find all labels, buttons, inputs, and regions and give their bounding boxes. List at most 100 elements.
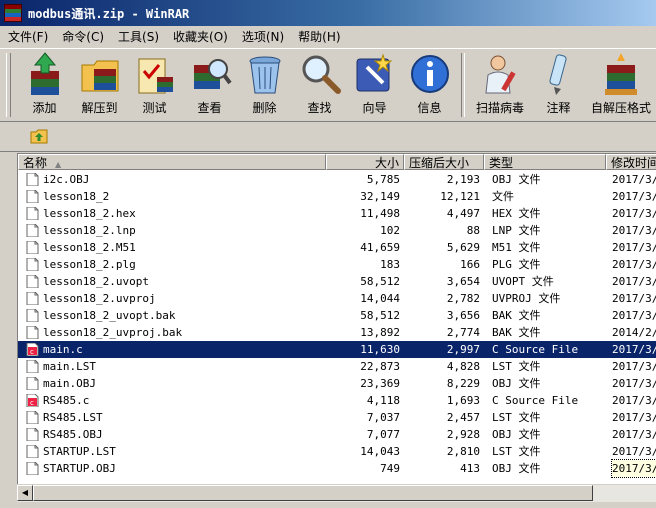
file-size: 22,873 [360,360,400,373]
file-type: UVPROJ 文件 [492,292,561,305]
comment-label: 注释 [546,101,571,115]
file-row[interactable]: lesson18_2.plg 183 166 PLG 文件 2017/3/1 [18,256,656,273]
sfx-button[interactable]: 自解压格式 [586,49,656,119]
menu-favorites[interactable]: 收藏夹(O) [165,27,234,47]
file-size: 11,498 [360,207,400,220]
file-row[interactable]: c RS485.c 4,118 1,693 C Source File 2017/3/2 [18,392,656,409]
file-name: RS485.OBJ [43,428,103,441]
menu-file[interactable]: 文件(F) [0,27,54,47]
delete-button[interactable]: 删除 [237,49,292,119]
menu-tools[interactable]: 工具(S) [110,27,165,47]
menu-bar: 文件(F) 命令(C) 工具(S) 收藏夹(O) 选项(N) 帮助(H) [0,26,656,48]
file-row[interactable]: STARTUP.LST 14,043 2,810 LST 文件 2017/3/1 [18,443,656,460]
file-row[interactable]: lesson18_2.hex 11,498 4,497 HEX 文件 2017/3/1 [18,205,656,222]
file-row[interactable]: lesson18_2.M51 41,659 5,629 M51 文件 2017/3/1 [18,239,656,256]
file-type: BAK 文件 [492,309,541,322]
column-size[interactable]: 大小 [326,154,404,170]
file-row[interactable]: c main.c 11,630 2,997 C Source File 2017/3/1 [18,341,656,358]
up-one-level-button[interactable] [28,125,50,147]
column-name[interactable]: 名称 ▲ [18,154,326,170]
file-type: HEX 文件 [492,207,541,220]
file-list[interactable]: 名称 ▲ 大小 压缩后大小 类型 修改时间 i2c.OBJ 5,785 2,193 OB… [17,153,656,484]
file-icon [26,258,39,271]
scroll-left-button[interactable]: ◀ [17,485,33,501]
toolbar-grip[interactable] [6,53,11,117]
file-size: 102 [380,224,400,237]
file-packed-size: 8,229 [446,377,480,390]
file-row[interactable]: lesson18_2 32,149 12,121 文件 2017/3/1 [18,188,656,205]
file-type: 文件 [492,190,514,203]
file-row[interactable]: lesson18_2_uvopt.bak 58,512 3,656 BAK 文件 201… [18,307,656,324]
wizard-label: 向导 [362,101,387,115]
info-icon [410,55,449,93]
file-modified: 2017/3/1 [612,173,656,186]
info-label: 信息 [417,101,442,115]
file-row[interactable]: lesson18_2.uvopt 58,512 3,654 UVOPT 文件 2017/… [18,273,656,290]
horizontal-scrollbar[interactable]: ◀ [17,484,656,502]
virus-scan-button[interactable]: 扫描病毒 [469,49,531,119]
file-row[interactable]: main.OBJ 23,369 8,229 OBJ 文件 2017/3/1 [18,375,656,392]
scroll-thumb[interactable] [33,485,593,501]
file-size: 7,077 [366,428,400,441]
file-row[interactable]: RS485.LST 7,037 2,457 LST 文件 2017/3/1 [18,409,656,426]
add-icon [30,52,59,95]
file-size: 32,149 [360,190,400,203]
menu-help[interactable]: 帮助(H) [290,27,346,47]
file-packed-size: 4,497 [446,207,480,220]
file-packed-size: 5,629 [446,241,480,254]
menu-commands[interactable]: 命令(C) [54,27,110,47]
c-source-icon: c [26,394,39,407]
file-modified: 2017/3/1 [612,258,656,271]
file-name: lesson18_2.uvproj [43,292,156,305]
file-size: 41,659 [360,241,400,254]
file-row[interactable]: main.LST 22,873 4,828 LST 文件 2017/3/1 [18,358,656,375]
add-button[interactable]: 添加 [17,49,72,119]
file-name: i2c.OBJ [43,173,90,186]
comment-button[interactable]: 注释 [531,49,586,119]
file-icon [26,190,39,203]
file-type: C Source File [492,394,579,407]
file-row[interactable]: RS485.OBJ 7,077 2,928 OBJ 文件 2017/3/1 [18,426,656,443]
file-icon [26,462,39,475]
wizard-button[interactable]: 向导 [347,49,402,119]
file-type: OBJ 文件 [492,377,541,390]
file-size: 14,044 [360,292,400,305]
file-size: 14,043 [360,445,400,458]
file-modified: 2017/3/1 [612,428,656,441]
sfx-label: 自解压格式 [590,101,651,115]
column-type[interactable]: 类型 [484,154,606,170]
virus-scan-label: 扫描病毒 [475,101,524,115]
menu-options[interactable]: 选项(N) [234,27,290,47]
file-name: lesson18_2.hex [43,207,136,220]
test-label: 测试 [142,101,167,115]
column-packed[interactable]: 压缩后大小 [404,154,484,170]
info-button[interactable]: 信息 [402,49,457,119]
file-packed-size: 413 [460,462,480,475]
file-icon [26,445,39,458]
file-name: lesson18_2_uvopt.bak [43,309,176,322]
view-button[interactable]: 查看 [182,49,237,119]
delete-label: 删除 [252,101,277,115]
wizard-icon [356,53,392,92]
file-type: LST 文件 [492,360,541,373]
file-icon [26,326,39,339]
file-row[interactable]: lesson18_2.uvproj 14,044 2,782 UVPROJ 文件 201… [18,290,656,307]
file-modified: 2017/3/1 [612,377,656,390]
file-row[interactable]: lesson18_2_uvproj.bak 13,892 2,774 BAK 文件 20… [18,324,656,341]
file-row[interactable]: STARTUP.OBJ 749 413 OBJ 文件 2017/3/1 [18,459,656,478]
file-name: main.OBJ [43,377,96,390]
file-name: lesson18_2.uvopt [43,275,149,288]
file-row[interactable]: i2c.OBJ 5,785 2,193 OBJ 文件 2017/3/1 [18,171,656,188]
sfx-icon [605,53,637,95]
test-button[interactable]: 测试 [127,49,182,119]
find-button[interactable]: 查找 [292,49,347,119]
file-packed-size: 166 [460,258,480,271]
file-row[interactable]: lesson18_2.lnp 102 88 LNP 文件 2017/3/1 [18,222,656,239]
column-modified[interactable]: 修改时间 [606,154,656,170]
file-name: RS485.LST [43,411,103,424]
sort-ascending-icon: ▲ [55,160,62,169]
file-type: OBJ 文件 [492,173,541,186]
extract-to-button[interactable]: 解压到 [72,49,127,119]
address-bar [0,121,656,152]
find-label: 查找 [307,101,332,115]
